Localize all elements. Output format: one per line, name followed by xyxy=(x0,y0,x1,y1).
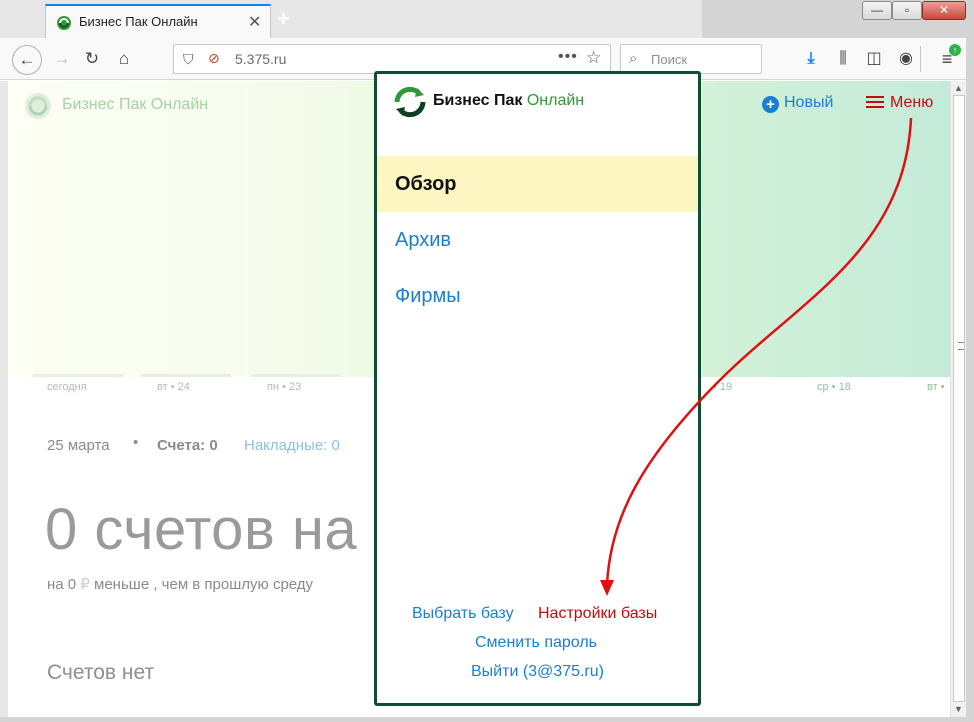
reload-icon[interactable]: ↻ xyxy=(79,46,105,72)
waybills-label: Накладные: xyxy=(244,437,328,454)
page-actions-icon[interactable]: ••• xyxy=(558,48,578,66)
vertical-scrollbar[interactable]: ▲ ▼ xyxy=(950,81,966,717)
waybills-value: 0 xyxy=(331,437,340,454)
maximize-button[interactable]: ▫ xyxy=(892,1,922,20)
window-controls: — ▫ ✕ xyxy=(862,1,966,21)
invoices-value: 0 xyxy=(209,437,218,454)
home-icon[interactable]: ⌂ xyxy=(111,46,137,72)
tab-close-icon[interactable]: ✕ xyxy=(248,12,261,32)
new-tab-icon[interactable]: + xyxy=(277,6,290,32)
tab-favicon-icon xyxy=(57,16,71,30)
search-placeholder: Поиск xyxy=(651,52,688,67)
invoices-label: Счета: xyxy=(157,437,206,454)
update-badge-icon: ↑ xyxy=(949,44,961,56)
day-label: пн • 23 xyxy=(267,381,302,393)
search-icon: ⌕ xyxy=(629,50,638,67)
title-bar: Бизнес Пак Онлайн ✕ + — ▫ ✕ xyxy=(0,0,974,38)
scroll-up-icon[interactable]: ▲ xyxy=(954,83,963,93)
address-bar[interactable]: ⛉ ⊘ 5.375.ru ••• ☆ xyxy=(173,44,611,74)
navigation-drawer: Бизнес Пак Онлайн Обзор Архив Фирмы Выбр… xyxy=(374,71,701,706)
comparison-amount: на 0 xyxy=(47,576,77,593)
invoices-count[interactable]: Счета: 0 xyxy=(157,437,218,454)
close-window-button[interactable]: ✕ xyxy=(922,1,966,20)
comparison-rest: меньше , чем в прошлую среду xyxy=(94,576,314,593)
logo-icon[interactable] xyxy=(23,91,53,121)
window-frame-right xyxy=(966,38,974,722)
drawer-brand-green: Онлайн xyxy=(526,92,585,109)
choose-base-link[interactable]: Выбрать базу xyxy=(412,605,514,623)
summary-separator: • xyxy=(133,434,139,451)
sidebar-icon[interactable]: ◫ xyxy=(861,46,887,72)
drawer-item-firms[interactable]: Фирмы xyxy=(377,268,698,324)
search-bar[interactable]: ⌕ Поиск xyxy=(620,44,762,74)
drawer-item-overview[interactable]: Обзор xyxy=(377,156,698,212)
logout-link[interactable]: Выйти (3@375.ru) xyxy=(471,663,604,681)
day-label: вт • xyxy=(927,381,945,393)
download-icon[interactable]: ⤓ xyxy=(798,46,824,72)
summary-date: 25 марта xyxy=(47,437,110,454)
day-column[interactable] xyxy=(242,81,350,377)
library-icon[interactable]: ⫼ xyxy=(830,46,856,72)
new-button-label: Новый xyxy=(784,94,834,111)
toolbar-separator xyxy=(920,46,921,72)
empty-state-title: Счетов нет xyxy=(47,661,155,684)
menu-button[interactable]: Меню xyxy=(866,94,933,112)
scrollbar-thumb[interactable] xyxy=(953,95,965,702)
drawer-logo-icon[interactable] xyxy=(393,85,427,119)
day-column[interactable] xyxy=(132,81,240,377)
menu-button-label: Меню xyxy=(890,94,934,111)
base-settings-link[interactable]: Настройки базы xyxy=(538,605,657,623)
url-text[interactable]: 5.375.ru xyxy=(235,51,286,67)
day-label: сегодня xyxy=(47,381,87,393)
tracking-shield-icon[interactable]: ⛉ xyxy=(183,51,194,68)
window-frame-left xyxy=(0,81,8,717)
day-column[interactable] xyxy=(24,81,132,377)
headline: 0 счетов на xyxy=(45,497,358,562)
window-frame-bottom xyxy=(0,717,974,722)
browser-tab[interactable]: Бизнес Пак Онлайн ✕ xyxy=(45,4,271,38)
comparison-text: на 0 ₽ меньше , чем в прошлую среду xyxy=(47,575,313,593)
forward-arrow-icon[interactable]: → xyxy=(49,46,75,72)
drawer-brand-bold: Бизнес Пак xyxy=(433,92,523,109)
brand-name[interactable]: Бизнес Пак Онлайн xyxy=(62,96,208,114)
bookmark-star-icon[interactable]: ☆ xyxy=(586,48,601,68)
account-icon[interactable]: ◉ xyxy=(893,46,919,72)
tab-title: Бизнес Пак Онлайн xyxy=(79,14,198,29)
ruble-icon: ₽ xyxy=(80,576,90,593)
back-arrow-icon[interactable]: ← xyxy=(12,45,42,75)
drawer-item-archive[interactable]: Архив xyxy=(377,212,698,268)
burger-icon xyxy=(866,96,884,108)
change-password-link[interactable]: Сменить пароль xyxy=(475,634,597,652)
new-button[interactable]: + Новый xyxy=(762,94,833,113)
day-label: ср • 18 xyxy=(817,381,851,393)
day-label: • 19 xyxy=(713,381,733,393)
scroll-down-icon[interactable]: ▼ xyxy=(954,704,963,714)
minimize-button[interactable]: — xyxy=(862,1,892,20)
plus-circle-icon: + xyxy=(762,96,779,113)
day-label: вт • 24 xyxy=(157,381,190,393)
drawer-brand: Бизнес Пак Онлайн xyxy=(433,92,584,110)
waybills-count[interactable]: Накладные: 0 xyxy=(244,437,340,454)
insecure-lock-icon[interactable]: ⊘ xyxy=(208,50,220,67)
